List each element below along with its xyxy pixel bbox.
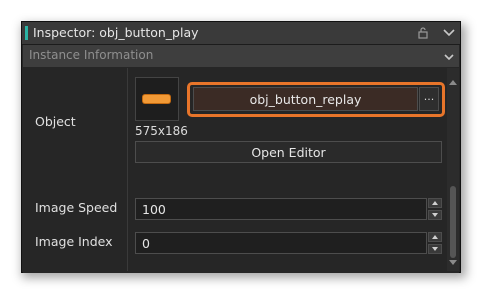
stepper-down-icon[interactable] [428, 210, 442, 220]
image-index-stepper[interactable] [428, 232, 442, 254]
stepper-up-icon[interactable] [428, 232, 442, 242]
stepper-down-icon[interactable] [428, 244, 442, 254]
image-speed-input[interactable]: 100 [135, 198, 427, 220]
column-divider [127, 68, 128, 271]
object-field-highlight [187, 82, 445, 117]
inspector-titlebar: Inspector: obj_button_play [22, 22, 460, 45]
scroll-up-icon[interactable] [449, 70, 457, 89]
stepper-up-icon[interactable] [428, 198, 442, 208]
scroll-thumb[interactable] [450, 186, 456, 258]
object-label: Object [35, 114, 76, 129]
sprite-dimensions: 575x186 [135, 124, 188, 138]
section-title: Instance Information [29, 48, 154, 62]
image-speed-label: Image Speed [35, 200, 118, 215]
inspector-panel: Inspector: obj_button_play Instance Info… [21, 21, 461, 273]
sprite-preview-icon [143, 95, 170, 103]
chevron-down-icon[interactable] [443, 48, 455, 67]
instance-information-header[interactable]: Instance Information [23, 45, 459, 67]
title-accent-bar [25, 26, 28, 40]
open-editor-button[interactable]: Open Editor [135, 141, 442, 163]
scroll-down-icon[interactable] [449, 250, 457, 269]
sprite-thumbnail[interactable] [135, 77, 179, 121]
lock-icon[interactable] [414, 24, 432, 42]
image-speed-stepper[interactable] [428, 198, 442, 220]
window-title: Inspector: obj_button_play [33, 25, 199, 40]
chevron-down-icon[interactable] [440, 24, 458, 42]
vertical-scrollbar[interactable] [447, 68, 459, 271]
image-index-label: Image Index [35, 234, 113, 249]
instance-content: Object obj_button_replay ··· 575x186 Ope… [23, 68, 459, 273]
image-index-input[interactable]: 0 [135, 232, 427, 254]
